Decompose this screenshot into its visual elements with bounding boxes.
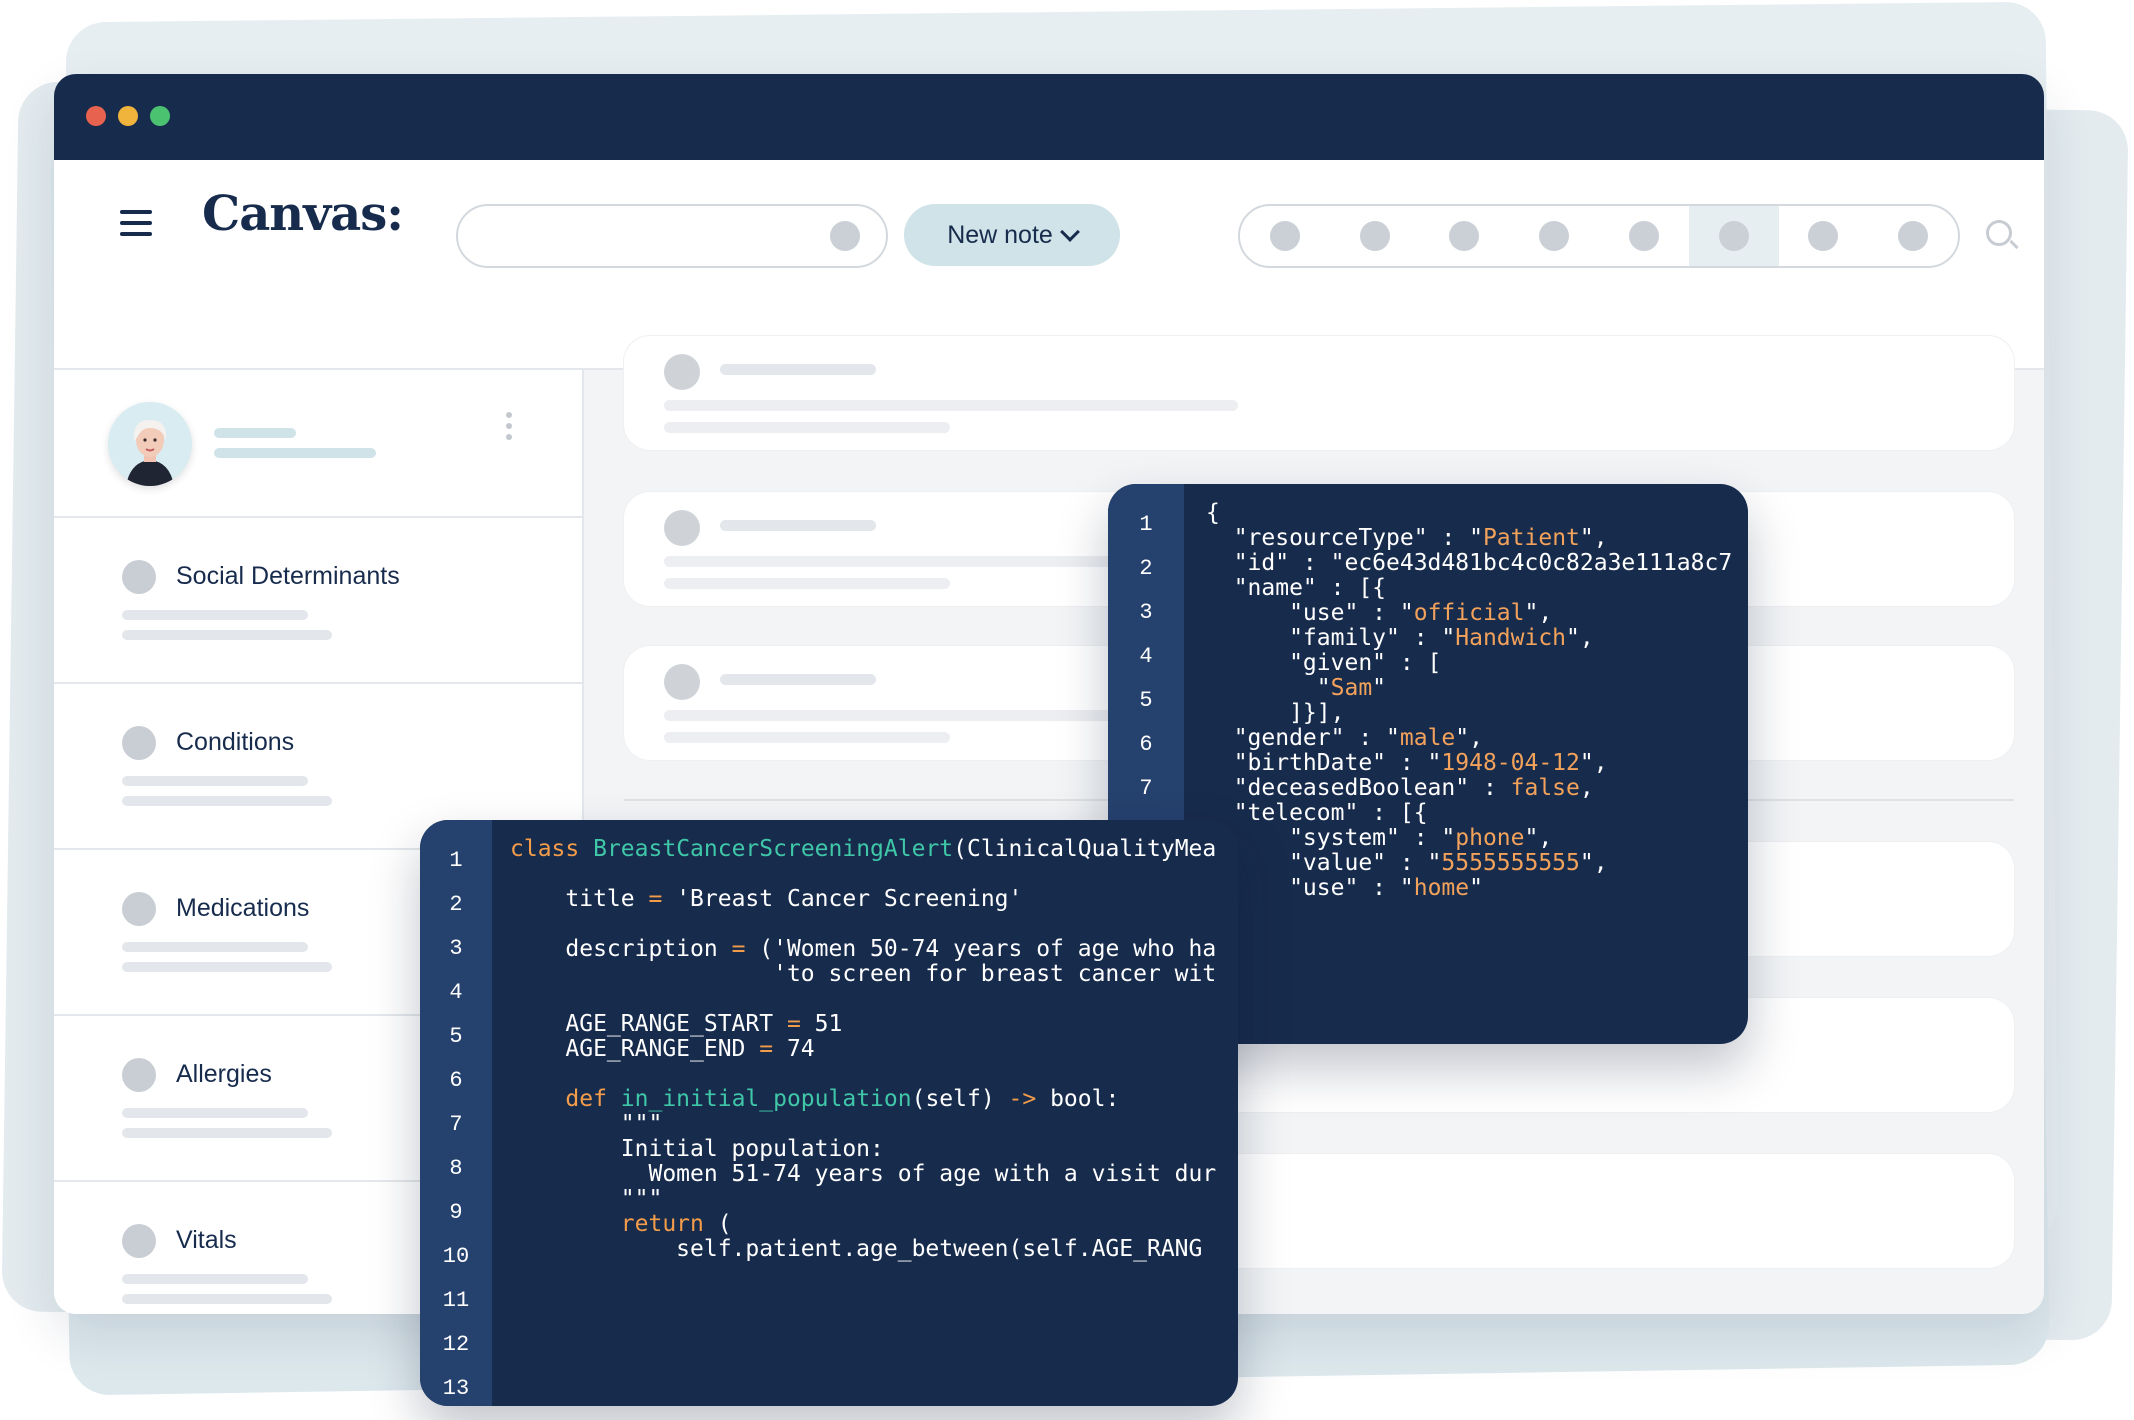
code-line: "id" : "ec6e43d481bc4c0c82a3e111a8c7: [1206, 550, 1733, 576]
toolbar-item-active[interactable]: [1688, 206, 1779, 266]
code-line: "value" : "5555555555",: [1206, 850, 1608, 876]
python-code-panel: 1 2 3 4 5 6 7 8 9 10 11 12 13 class Brea…: [420, 820, 1238, 1406]
code-line: """: [510, 1186, 663, 1212]
toolbar-item[interactable]: [1779, 206, 1869, 266]
code-line: "given" : [: [1206, 650, 1442, 676]
sidebar-item-label: Vitals: [176, 1226, 237, 1254]
code-line: self.patient.age_between(self.AGE_RANG: [510, 1236, 1203, 1262]
toolbar-item[interactable]: [1330, 206, 1420, 266]
code-line: "system" : "phone",: [1206, 825, 1553, 851]
line-number: 1: [1139, 512, 1153, 537]
code-line: {: [1206, 500, 1220, 526]
code-line: title = 'Breast Cancer Screening': [510, 886, 1023, 912]
line-number: 13: [442, 1376, 470, 1401]
line-number: 5: [449, 1024, 463, 1049]
toolbar-item[interactable]: [1599, 206, 1689, 266]
code-line: "deceasedBoolean" : false,: [1206, 775, 1594, 801]
code-line: Initial population:: [510, 1136, 884, 1162]
patient-profile[interactable]: [54, 370, 582, 518]
search-icon[interactable]: [1986, 220, 2012, 246]
search-input[interactable]: [456, 204, 888, 268]
code-line: "use" : "official",: [1206, 600, 1553, 626]
line-number: 8: [449, 1156, 463, 1181]
line-number: 1: [449, 848, 463, 873]
line-number: 2: [449, 892, 463, 917]
toolbar-item[interactable]: [1240, 206, 1330, 266]
line-number: 7: [1139, 776, 1153, 801]
avatar: [108, 402, 192, 486]
section-bullet-icon: [122, 1058, 156, 1092]
line-number: 6: [449, 1068, 463, 1093]
code-line: AGE_RANGE_START = 51: [510, 1011, 843, 1037]
new-note-label: New note: [947, 220, 1053, 249]
code-line: "telecom" : [{: [1206, 800, 1428, 826]
toolbar-item[interactable]: [1420, 206, 1510, 266]
search-knob-icon: [830, 221, 860, 251]
code-line: "family" : "Handwich",: [1206, 625, 1594, 651]
line-number: 10: [442, 1244, 470, 1269]
content-card[interactable]: [624, 336, 2014, 450]
code-line: """: [510, 1111, 663, 1137]
title-bar: [54, 74, 2044, 160]
sidebar-item-label: Conditions: [176, 728, 295, 756]
line-number: 3: [449, 936, 463, 961]
code-line: "gender" : "male",: [1206, 725, 1483, 751]
code-line: class BreastCancerScreeningAlert(Clinica…: [510, 836, 1217, 862]
code-line: 'to screen for breast cancer wit: [510, 961, 1217, 987]
line-number: 11: [442, 1288, 470, 1313]
toolbar-item[interactable]: [1509, 206, 1599, 266]
code-line: "use" : "home": [1206, 875, 1483, 901]
close-window-button[interactable]: [86, 106, 106, 126]
new-note-button[interactable]: New note: [904, 204, 1120, 266]
line-number: 9: [449, 1200, 463, 1225]
section-bullet-icon: [122, 726, 156, 760]
code-line: "birthDate" : "1948-04-12",: [1206, 750, 1608, 776]
line-number: 6: [1139, 732, 1153, 757]
code-line: ]}],: [1206, 700, 1345, 726]
sidebar-item-label: Social Determinants: [176, 562, 400, 590]
section-bullet-icon: [122, 560, 156, 594]
sidebar-item-label: Medications: [176, 894, 310, 922]
line-number: 12: [442, 1332, 470, 1357]
sidebar-item-social-determinants[interactable]: Social Determinants: [54, 518, 582, 684]
code-line: Women 51-74 years of age with a visit du…: [510, 1161, 1217, 1187]
minimize-window-button[interactable]: [118, 106, 138, 126]
code-line: def in_initial_population(self) -> bool:: [565, 1086, 1120, 1112]
line-number: 5: [1139, 688, 1153, 713]
line-number: 4: [449, 980, 463, 1005]
code-line: AGE_RANGE_END = 74: [510, 1036, 815, 1062]
code-line: "resourceType" : "Patient",: [1206, 525, 1608, 551]
more-options-icon[interactable]: [506, 412, 512, 445]
code-line: description = ('Women 50-74 years of age…: [510, 936, 1217, 962]
line-number: 2: [1139, 556, 1153, 581]
code-line: "name" : [{: [1206, 575, 1387, 601]
section-bullet-icon: [122, 1224, 156, 1258]
toolbar-pill-group: [1238, 204, 1960, 268]
code-line: "Sam": [1206, 675, 1387, 701]
logo: Canvas:: [202, 186, 404, 242]
code-line: return (: [620, 1211, 732, 1237]
section-bullet-icon: [122, 892, 156, 926]
chevron-down-icon: [1059, 222, 1080, 242]
line-number-gutter: 1 2 3 4 5 6 7 8 9 10 11 12 13: [420, 820, 492, 1406]
line-number: 4: [1139, 644, 1153, 669]
line-number: 7: [449, 1112, 463, 1137]
toolbar-item[interactable]: [1868, 206, 1958, 266]
hamburger-icon[interactable]: [120, 210, 152, 243]
maximize-window-button[interactable]: [150, 106, 170, 126]
line-number: 3: [1139, 600, 1153, 625]
sidebar-item-label: Allergies: [176, 1060, 272, 1088]
